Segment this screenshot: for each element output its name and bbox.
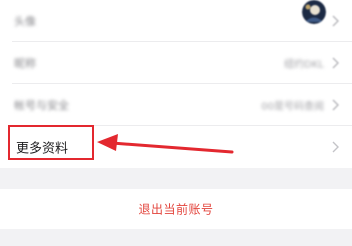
- nickname-row-label: 昵称: [14, 57, 36, 70]
- avatar-row-label: 头像: [14, 15, 36, 28]
- nickname-value: 纽约DKL: [284, 59, 324, 71]
- profile-settings-screen: 头像 昵称 纽约DKL 帐号与安全 00是号码查阅 更多资料 退出当前账号: [0, 0, 352, 246]
- annotation-highlight-box: [8, 125, 94, 160]
- nickname-row[interactable]: 昵称 纽约DKL: [0, 42, 352, 84]
- account-security-value: 00是号码查阅: [261, 101, 324, 113]
- account-security-row[interactable]: 帐号与安全 00是号码查阅: [0, 84, 352, 126]
- logout-label: 退出当前账号: [138, 202, 214, 217]
- account-security-row-label: 帐号与安全: [14, 99, 69, 112]
- logout-button[interactable]: 退出当前账号: [0, 189, 352, 229]
- avatar: [302, 0, 326, 24]
- chevron-right-icon: [332, 99, 339, 111]
- chevron-right-icon: [332, 15, 339, 27]
- chevron-right-icon: [332, 57, 339, 69]
- avatar-row[interactable]: 头像: [0, 0, 352, 42]
- chevron-right-icon: [332, 141, 339, 152]
